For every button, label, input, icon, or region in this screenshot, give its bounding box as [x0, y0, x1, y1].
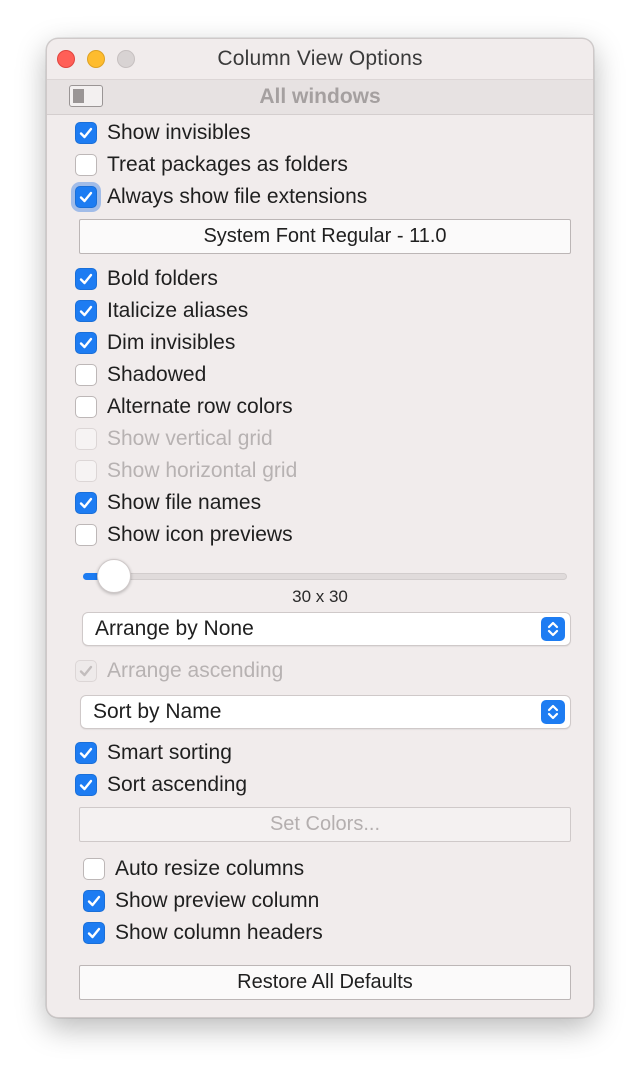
checkbox-unchecked-icon[interactable] — [75, 396, 97, 418]
checkbox-unchecked-icon[interactable] — [75, 154, 97, 176]
option-label: Show icon previews — [107, 523, 293, 546]
popup-arrows-icon — [541, 617, 565, 641]
option-shadowed[interactable]: Shadowed — [75, 361, 206, 389]
option-label: Italicize aliases — [107, 299, 249, 322]
option-show-horizontal-grid: Show horizontal grid — [75, 457, 297, 485]
options-content: Show invisibles Treat packages as folder… — [47, 39, 593, 1017]
checkbox-disabled-icon — [75, 460, 97, 482]
restore-all-defaults-button[interactable]: Restore All Defaults — [79, 965, 571, 1000]
checkbox-unchecked-icon[interactable] — [83, 858, 105, 880]
option-auto-resize-columns[interactable]: Auto resize columns — [83, 855, 304, 883]
checkbox-checked-icon[interactable] — [83, 890, 105, 912]
option-italicize-aliases[interactable]: Italicize aliases — [75, 297, 248, 325]
option-show-vertical-grid: Show vertical grid — [75, 425, 273, 453]
option-label: Bold folders — [107, 267, 218, 290]
option-label: Alternate row colors — [107, 395, 293, 418]
font-button[interactable]: System Font Regular - 11.0 — [79, 219, 571, 254]
option-label: Show file names — [107, 491, 262, 514]
checkbox-unchecked-icon[interactable] — [75, 524, 97, 546]
column-view-options-window: Column View Options All windows Show inv… — [46, 38, 594, 1018]
option-label: Show column headers — [115, 921, 323, 944]
icon-size-value: 30 x 30 — [292, 587, 348, 606]
checkbox-disabled-icon — [75, 428, 97, 450]
option-label: Show invisibles — [107, 121, 251, 144]
option-smart-sorting[interactable]: Smart sorting — [75, 739, 232, 767]
option-label: Auto resize columns — [115, 857, 305, 880]
option-label: Arrange ascending — [107, 659, 284, 682]
checkbox-checked-icon[interactable] — [83, 922, 105, 944]
checkbox-checked-icon[interactable] — [75, 774, 97, 796]
checkbox-checked-icon[interactable] — [75, 492, 97, 514]
option-label: Smart sorting — [107, 741, 232, 764]
option-arrange-ascending: Arrange ascending — [75, 657, 283, 685]
option-label: Show preview column — [115, 889, 320, 912]
popup-arrows-icon — [541, 700, 565, 724]
icon-size-slider-track[interactable] — [83, 573, 567, 580]
arrange-by-selected: Arrange by None — [95, 617, 254, 640]
checkbox-checked-icon[interactable] — [75, 742, 97, 764]
option-label: Always show file extensions — [107, 185, 368, 208]
checkbox-checked-icon[interactable] — [75, 122, 97, 144]
option-bold-folders[interactable]: Bold folders — [75, 265, 218, 293]
option-dim-invisibles[interactable]: Dim invisibles — [75, 329, 235, 357]
option-label: Sort ascending — [107, 773, 248, 796]
option-label: Treat packages as folders — [107, 153, 348, 176]
checkbox-disabled-checked-icon — [75, 660, 97, 682]
checkbox-checked-icon[interactable] — [75, 186, 97, 208]
checkbox-checked-icon[interactable] — [75, 332, 97, 354]
sort-by-popup[interactable]: Sort by Name — [80, 695, 571, 729]
option-show-icon-previews[interactable]: Show icon previews — [75, 521, 293, 549]
option-label: Show horizontal grid — [107, 459, 298, 482]
option-label: Shadowed — [107, 363, 207, 386]
option-show-file-names[interactable]: Show file names — [75, 489, 261, 517]
set-colors-button: Set Colors... — [79, 807, 571, 842]
option-show-preview-column[interactable]: Show preview column — [83, 887, 319, 915]
option-label: Show vertical grid — [107, 427, 273, 450]
option-show-column-headers[interactable]: Show column headers — [83, 919, 323, 947]
sort-by-selected: Sort by Name — [93, 700, 222, 723]
arrange-by-popup[interactable]: Arrange by None — [82, 612, 571, 646]
checkbox-unchecked-icon[interactable] — [75, 364, 97, 386]
option-treat-packages[interactable]: Treat packages as folders — [75, 151, 348, 179]
option-label: Dim invisibles — [107, 331, 236, 354]
checkbox-checked-icon[interactable] — [75, 300, 97, 322]
option-sort-ascending[interactable]: Sort ascending — [75, 771, 247, 799]
option-alternate-row-colors[interactable]: Alternate row colors — [75, 393, 293, 421]
checkbox-checked-icon[interactable] — [75, 268, 97, 290]
option-show-invisibles[interactable]: Show invisibles — [75, 119, 251, 147]
option-always-show-extensions[interactable]: Always show file extensions — [75, 183, 367, 211]
